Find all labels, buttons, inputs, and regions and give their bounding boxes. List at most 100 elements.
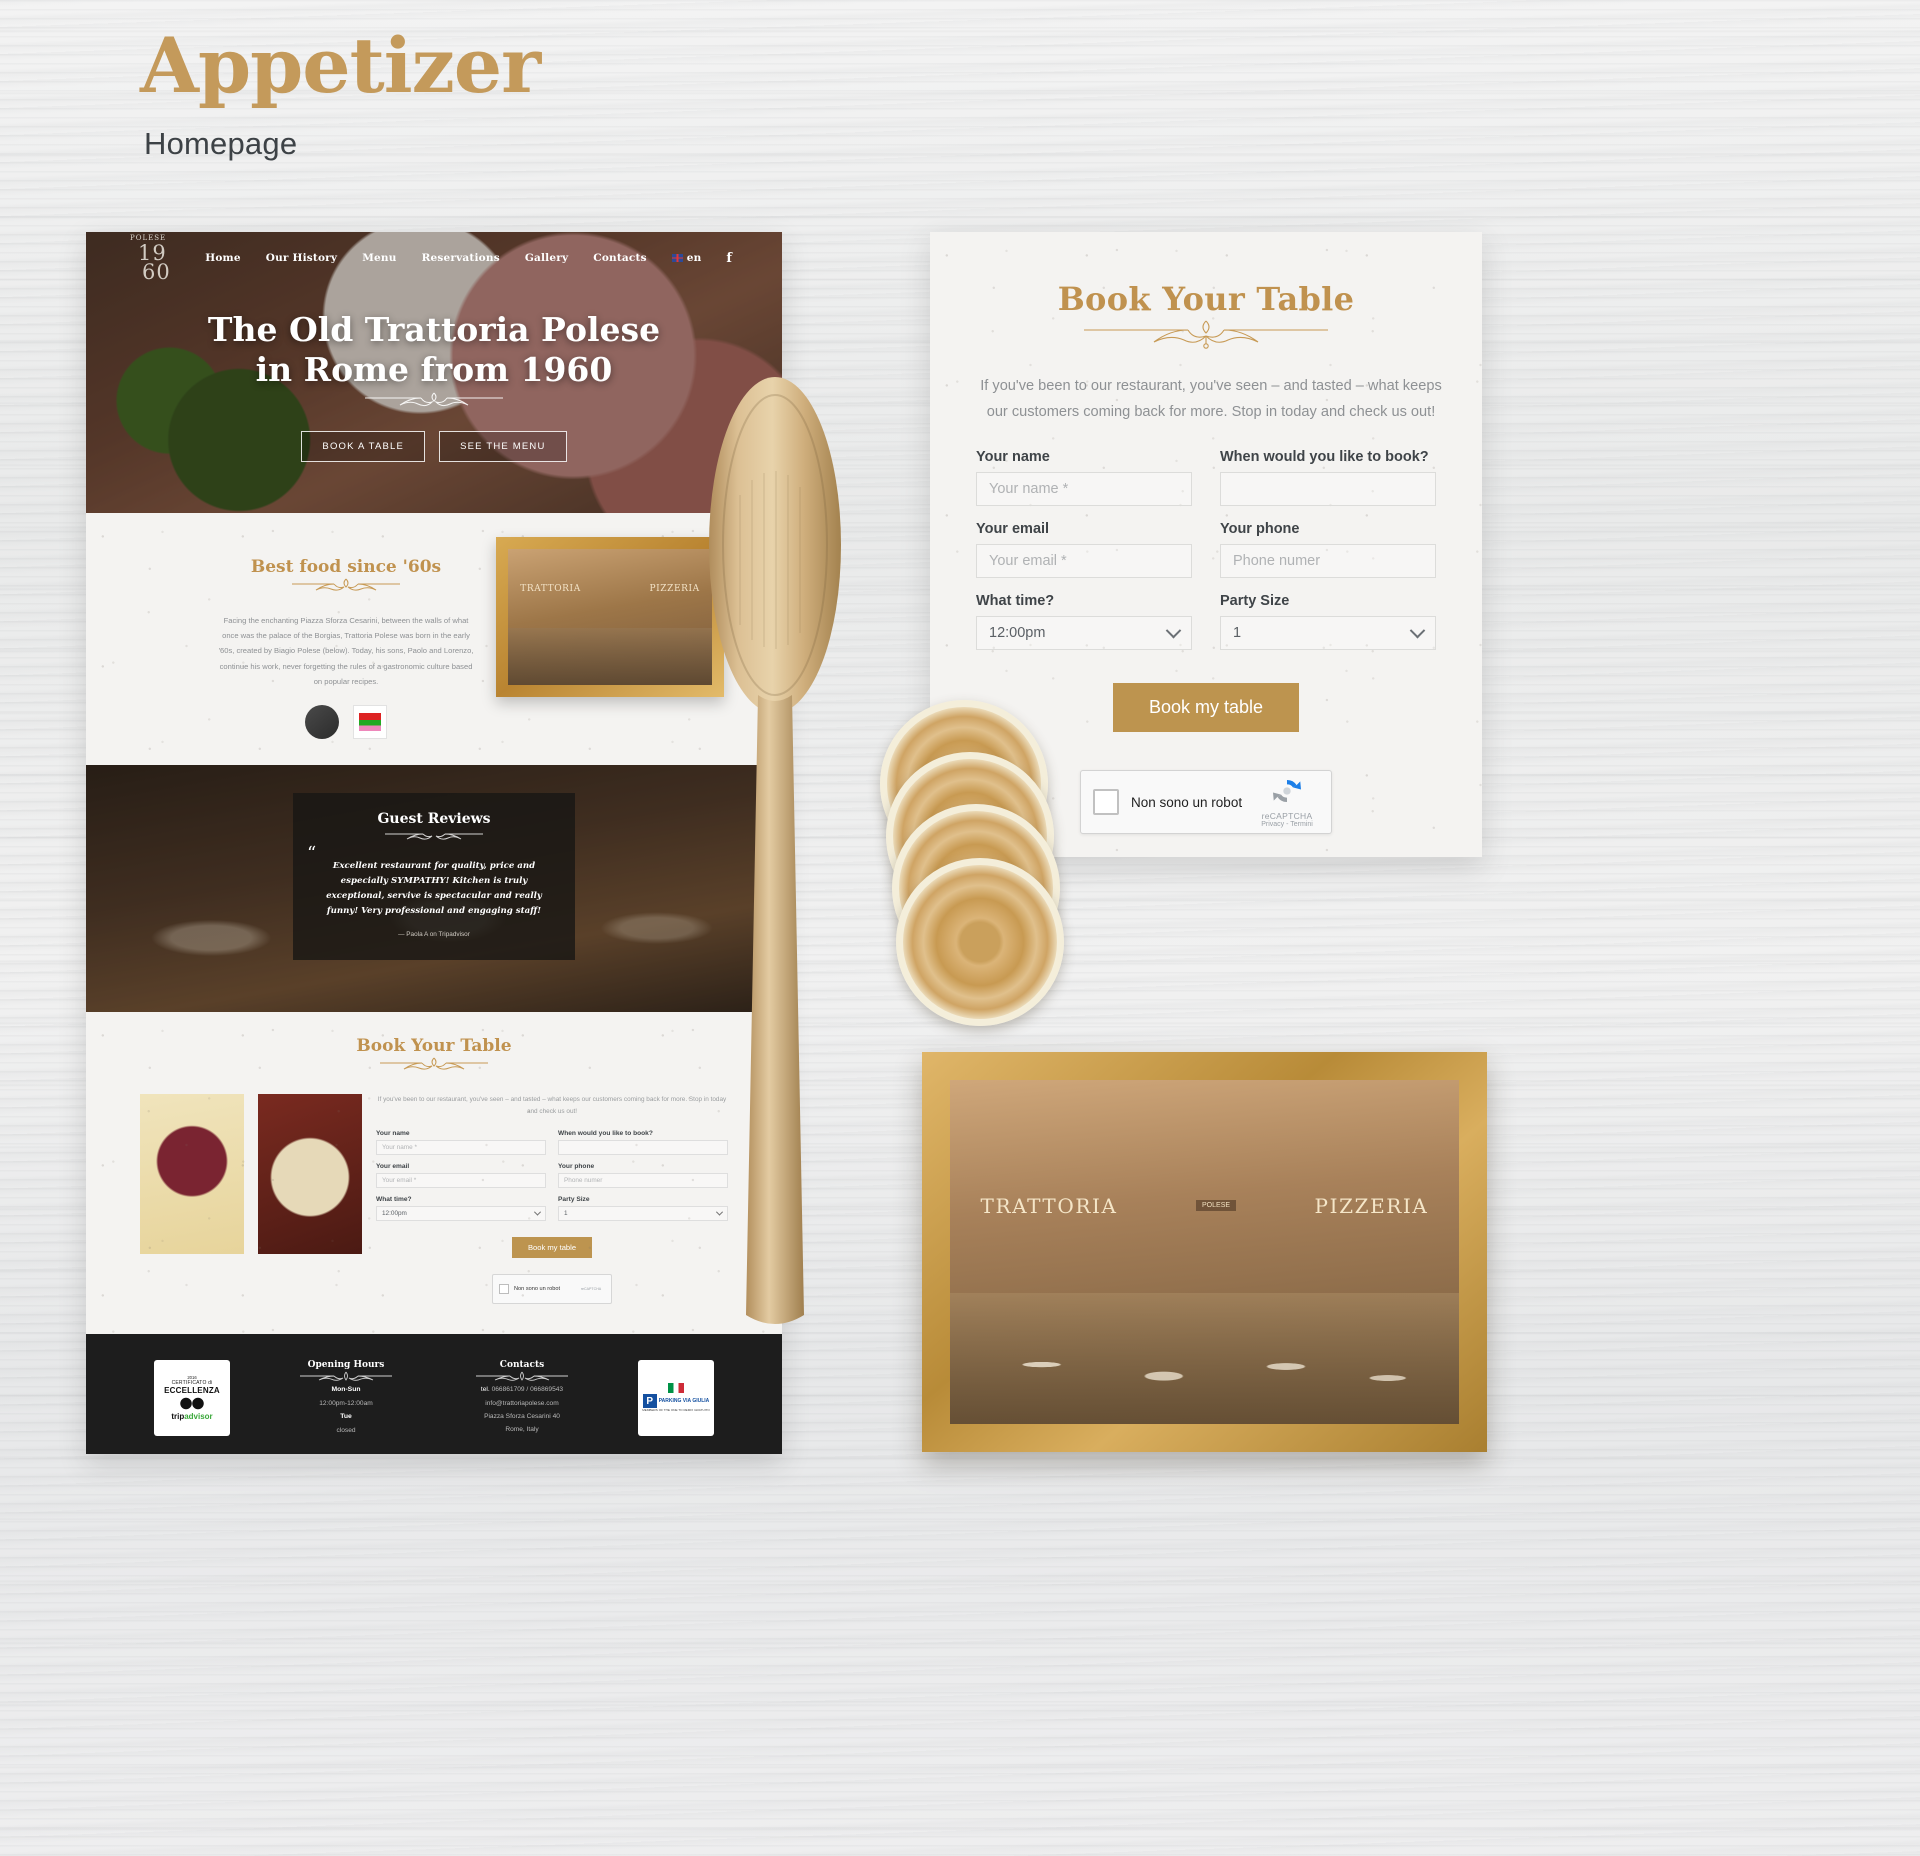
reviews-card: “ Guest Reviews Excellent restaurant for… xyxy=(293,793,575,961)
photo-foreground xyxy=(508,627,712,685)
small-booking-intro: If you've been to our restaurant, you've… xyxy=(377,1096,727,1116)
see-the-menu-button[interactable]: SEE THE MENU xyxy=(439,430,567,462)
sb-book-my-table-button[interactable]: Book my table xyxy=(511,1237,593,1259)
booking-panel: Book Your Table If you've been to our re… xyxy=(930,232,1482,857)
photo-signage: TRATTORIA PIZZERIA xyxy=(520,584,700,594)
sb-field-time: What time? 12:00pm xyxy=(376,1196,546,1222)
input-booking-date[interactable] xyxy=(1220,472,1436,507)
hero-section: POLESE 19 60 Home Our History Menu Reser… xyxy=(86,232,782,513)
parking-title: PARKING VIA GIULIA xyxy=(658,1397,710,1404)
logo-year-bottom: 60 xyxy=(142,260,171,284)
recaptcha-widget[interactable]: Non sono un robot reCAPTCHA Privacy - Te… xyxy=(1080,770,1332,835)
flourish-divider-icon xyxy=(1084,320,1328,349)
booking-form: Your name Your name * When would you lik… xyxy=(976,449,1436,665)
footer-hours-time-1: 12:00pm-12:00am xyxy=(319,1399,373,1407)
label-party-size: Party Size xyxy=(1220,593,1290,610)
footer-phone[interactable]: tel. 066861709 / 066869543 xyxy=(462,1383,582,1396)
tripadvisor-badge[interactable]: 2016 CERTIFICATO di ECCELLENZA tripadvis… xyxy=(154,1360,230,1437)
vintage-sign-left: TRATTORIA xyxy=(980,1193,1118,1218)
recaptcha-brand-links[interactable]: Privacy - Termini xyxy=(1255,821,1319,828)
page-title: Appetizer xyxy=(140,21,541,110)
nav-item-contacts[interactable]: Contacts xyxy=(593,252,646,264)
parking-subtitle: MEMBERS OF THE ONE TO REMIX GRATUITO xyxy=(642,1408,710,1413)
sb-select-time[interactable]: 12:00pm xyxy=(376,1206,546,1222)
nav-item-reservations[interactable]: Reservations xyxy=(422,252,500,264)
site-footer: 2016 CERTIFICATO di ECCELLENZA tripadvis… xyxy=(86,1334,782,1454)
framed-vintage-photo-prop: TRATTORIA POLESE PIZZERIA xyxy=(922,1052,1487,1452)
field-name: Your name Your name * xyxy=(976,449,1192,507)
gambero-rosso-badge xyxy=(353,704,387,739)
site-logo[interactable]: POLESE 19 60 xyxy=(122,232,170,284)
sb-recaptcha-checkbox[interactable] xyxy=(499,1284,509,1295)
top-navigation: POLESE 19 60 Home Our History Menu Reser… xyxy=(86,232,782,284)
field-party-size: Party Size 1 xyxy=(1220,593,1436,651)
recaptcha-checkbox[interactable] xyxy=(1093,789,1119,816)
footer-hours-time-2: closed xyxy=(336,1426,356,1434)
hero-title-line1: The Old Trattoria Polese xyxy=(207,310,661,349)
chevron-down-icon xyxy=(533,1208,542,1216)
reviews-flourish-icon xyxy=(385,833,483,840)
ta-brand-b: advisor xyxy=(184,1412,213,1422)
book-a-table-button[interactable]: BOOK A TABLE xyxy=(301,430,426,462)
facebook-icon[interactable]: f xyxy=(726,251,732,266)
recaptcha-brand-name: reCAPTCHA xyxy=(1261,810,1313,821)
sb-input-email[interactable]: Your email * xyxy=(376,1173,546,1189)
label-your-email: Your email xyxy=(976,521,1050,538)
field-email: Your email Your email * xyxy=(976,521,1192,579)
sb-select-time-value: 12:00pm xyxy=(382,1210,407,1218)
sb-recaptcha-widget[interactable]: Non sono un robot reCAPTCHA xyxy=(492,1274,612,1305)
footer-hours-days-2: Tue xyxy=(340,1413,352,1421)
about-flourish-icon xyxy=(292,578,400,591)
nav-item-gallery[interactable]: Gallery xyxy=(525,252,568,264)
hero-title: The Old Trattoria Polese in Rome from 19… xyxy=(86,310,782,391)
small-booking-row: If you've been to our restaurant, you've… xyxy=(86,1094,782,1305)
reviews-author: — Paola A on Tripadvisor xyxy=(398,931,470,939)
input-your-email[interactable]: Your email * xyxy=(976,544,1192,579)
book-my-table-button[interactable]: Book my table xyxy=(1112,683,1300,733)
about-section: Best food since '60s Facing the enchanti… xyxy=(86,513,782,765)
wooden-spoon-prop xyxy=(709,377,841,1324)
recaptcha-logo-icon xyxy=(1273,779,1301,802)
field-phone: Your phone Phone numer xyxy=(1220,521,1436,579)
select-party-size-value: 1 xyxy=(1233,625,1242,642)
photo-sign-right: PIZZERIA xyxy=(649,584,700,595)
sb-input-name[interactable]: Your name * xyxy=(376,1140,546,1156)
ta-brand-a: trip xyxy=(171,1412,185,1422)
sb-recaptcha-brand: reCAPTCHA xyxy=(580,1287,602,1292)
footer-contacts: Contacts tel. 066861709 / 066869543 info… xyxy=(462,1360,582,1436)
sb-select-party-value: 1 xyxy=(564,1210,568,1218)
footer-email[interactable]: info@trattoriapolese.com xyxy=(462,1397,582,1410)
input-your-name[interactable]: Your name * xyxy=(976,472,1192,507)
hero-flourish-icon xyxy=(365,392,503,406)
input-your-phone[interactable]: Phone numer xyxy=(1220,544,1436,579)
parking-p-icon: P xyxy=(642,1394,657,1409)
footer-tel-label: tel. xyxy=(480,1386,490,1394)
nav-item-home[interactable]: Home xyxy=(205,252,241,264)
select-time[interactable]: 12:00pm xyxy=(976,616,1192,651)
vintage-photo: TRATTORIA POLESE PIZZERIA xyxy=(950,1080,1459,1424)
footer-hours-title: Opening Hours xyxy=(307,1360,385,1371)
footer-flourish-icon xyxy=(476,1372,568,1382)
vintage-photo-signage: TRATTORIA POLESE PIZZERIA xyxy=(981,1194,1429,1218)
footer-tel-value: 066861709 / 066869543 xyxy=(491,1386,564,1394)
language-code: en xyxy=(686,252,702,264)
nav-item-menu[interactable]: Menu xyxy=(362,252,396,264)
photo-sign-left: TRATTORIA xyxy=(520,584,581,595)
footer-address-2: Rome, Italy xyxy=(505,1425,539,1433)
footer-address-1: Piazza Sforza Cesarini 40 xyxy=(484,1412,560,1420)
website-mockup: POLESE 19 60 Home Our History Menu Reser… xyxy=(86,232,782,1454)
nav-item-our-history[interactable]: Our History xyxy=(266,252,337,264)
small-booking-title: Book Your Table xyxy=(356,1036,512,1056)
title-block: Appetizer Homepage xyxy=(140,21,541,162)
about-title: Best food since '60s xyxy=(250,557,442,577)
vintage-sign-mid: POLESE xyxy=(1196,1200,1237,1212)
reviews-section: “ Guest Reviews Excellent restaurant for… xyxy=(86,765,782,1012)
label-booking-date: When would you like to book? xyxy=(1220,449,1429,466)
select-time-value: 12:00pm xyxy=(989,625,1046,642)
language-switcher[interactable]: en xyxy=(671,252,702,264)
booking-panel-title: Book Your Table xyxy=(1057,280,1355,318)
sb-label-email: Your email xyxy=(376,1163,410,1171)
sb-label-time: What time? xyxy=(376,1196,412,1204)
label-your-phone: Your phone xyxy=(1220,521,1300,538)
select-party-size[interactable]: 1 xyxy=(1220,616,1436,651)
